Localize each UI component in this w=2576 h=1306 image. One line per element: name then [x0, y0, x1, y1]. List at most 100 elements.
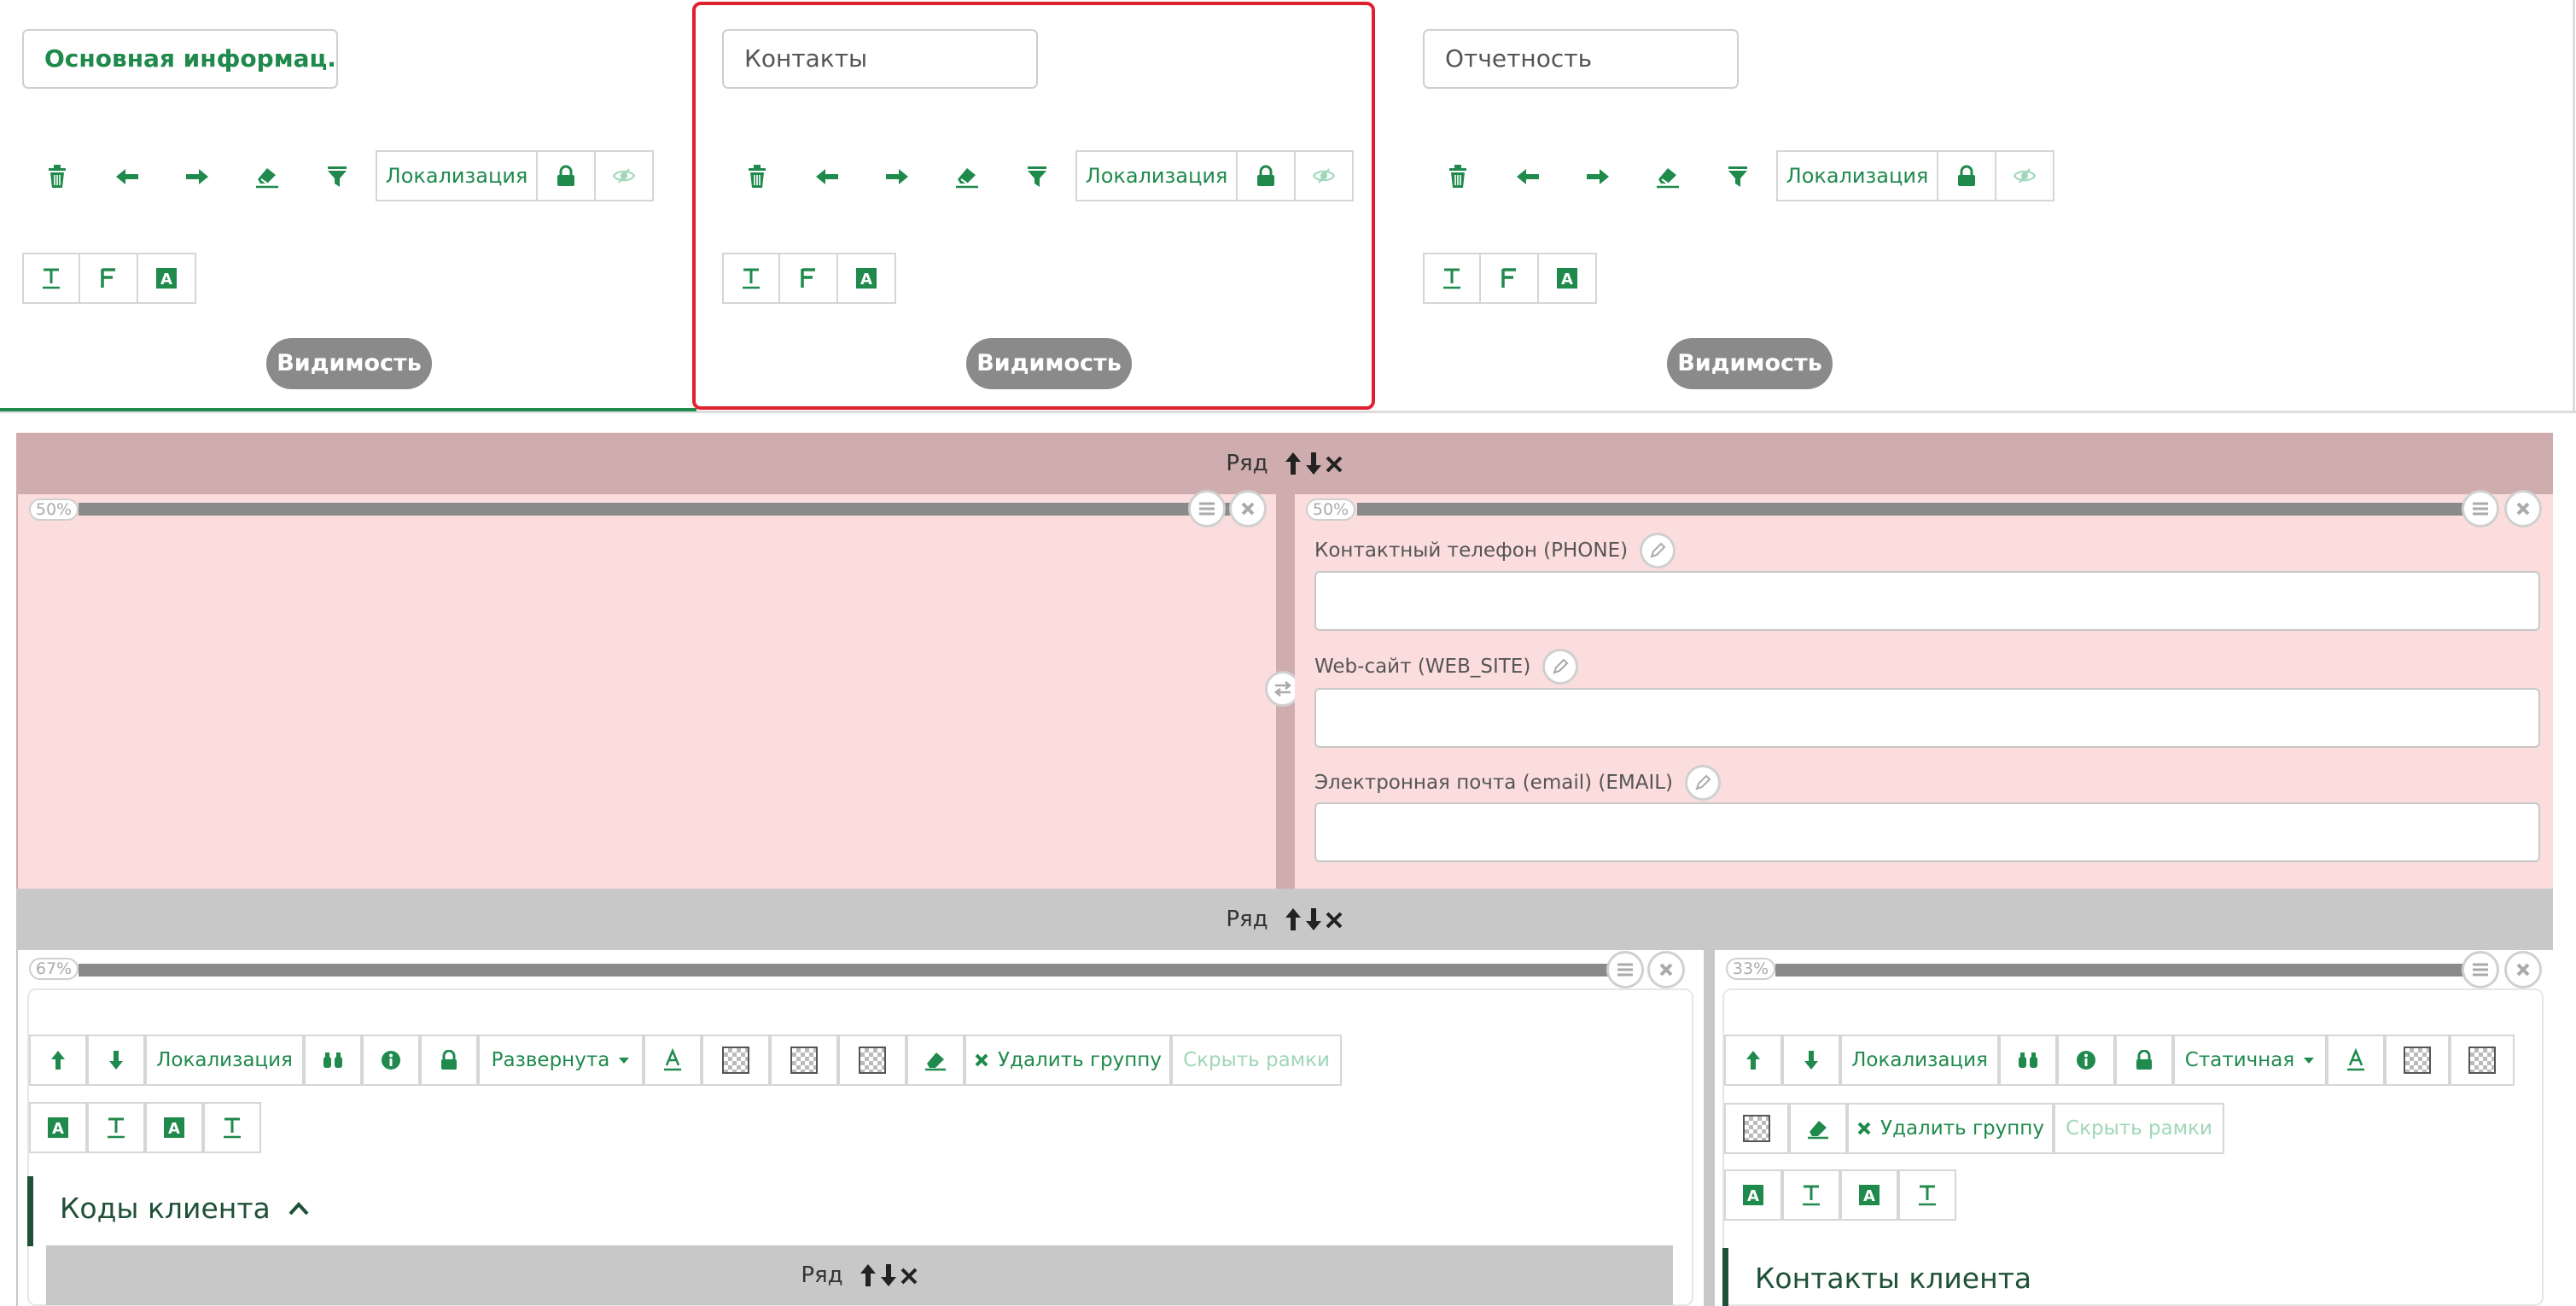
column-close-icon[interactable]	[1229, 490, 1267, 528]
font-fill-icon[interactable]: A	[838, 253, 896, 304]
transparency-icon[interactable]	[1724, 1103, 1789, 1154]
lock-icon[interactable]	[538, 150, 596, 201]
localization-button[interactable]: Локализация	[1840, 1035, 1999, 1086]
arrow-right-icon[interactable]	[1563, 150, 1633, 203]
delete-row-icon[interactable]	[900, 1262, 918, 1288]
visibility-button[interactable]: Видимость	[266, 338, 432, 389]
visibility-icon[interactable]	[596, 150, 654, 201]
localization-button[interactable]: Локализация	[1776, 150, 1938, 201]
lock-icon[interactable]	[1238, 150, 1296, 201]
visibility-icon[interactable]	[1296, 150, 1354, 201]
arrow-right-icon[interactable]	[162, 150, 232, 203]
font-fill-icon[interactable]: A	[1840, 1169, 1898, 1221]
info-icon[interactable]	[2057, 1035, 2115, 1086]
trash-icon[interactable]	[722, 150, 792, 203]
transparency-icon[interactable]	[838, 1035, 906, 1086]
group-title[interactable]: Коды клиента	[60, 1192, 310, 1225]
text-style-icon[interactable]	[644, 1035, 702, 1086]
font-fill-icon[interactable]: A	[1724, 1169, 1782, 1221]
font-family-icon[interactable]	[1481, 253, 1539, 304]
transparency-icon[interactable]	[770, 1035, 838, 1086]
move-down-icon[interactable]	[1304, 907, 1323, 932]
eraser-icon[interactable]	[232, 150, 302, 203]
move-up-icon[interactable]	[1284, 451, 1303, 476]
move-up-button[interactable]	[1724, 1035, 1782, 1086]
binoculars-icon[interactable]	[1999, 1035, 2057, 1086]
phone-input[interactable]	[1314, 571, 2540, 631]
move-down-icon[interactable]	[879, 1262, 898, 1288]
delete-row-icon[interactable]	[1325, 907, 1343, 932]
arrow-right-icon[interactable]	[862, 150, 932, 203]
text-underline-icon[interactable]	[722, 253, 780, 304]
move-down-button[interactable]	[1782, 1035, 1840, 1086]
lock-icon[interactable]	[2115, 1035, 2173, 1086]
transparency-icon[interactable]	[2385, 1035, 2450, 1086]
move-up-icon[interactable]	[1284, 907, 1303, 932]
group-title[interactable]: Контакты клиента	[1755, 1262, 2031, 1295]
lock-icon[interactable]	[1938, 150, 1996, 201]
tab-name-field[interactable]: Контакты	[722, 29, 1038, 89]
eraser-icon[interactable]	[1633, 150, 1703, 203]
column-resize-bar[interactable]	[79, 503, 1231, 516]
column-settings-icon[interactable]	[2462, 951, 2499, 988]
move-down-icon[interactable]	[1304, 451, 1323, 476]
edit-field-icon[interactable]	[1542, 649, 1579, 685]
text-underline-icon[interactable]	[1423, 253, 1481, 304]
filter-icon[interactable]	[1002, 150, 1072, 203]
move-down-button[interactable]	[87, 1035, 145, 1086]
state-dropdown[interactable]: Статичная	[2173, 1035, 2327, 1086]
arrow-left-icon[interactable]	[792, 150, 862, 203]
eraser-icon[interactable]	[906, 1035, 965, 1086]
transparency-icon[interactable]	[702, 1035, 770, 1086]
text-underline-icon[interactable]	[1898, 1169, 1956, 1221]
text-underline-icon[interactable]	[22, 253, 80, 304]
eraser-icon[interactable]	[1789, 1103, 1847, 1154]
eraser-icon[interactable]	[932, 150, 1002, 203]
column-close-icon[interactable]	[1647, 951, 1685, 988]
localization-button[interactable]: Локализация	[145, 1035, 304, 1086]
transparency-icon[interactable]	[2450, 1035, 2515, 1086]
chevron-up-icon[interactable]	[288, 1201, 310, 1216]
visibility-icon[interactable]	[1996, 150, 2054, 201]
localization-button[interactable]: Локализация	[1075, 150, 1238, 201]
lock-icon[interactable]	[420, 1035, 478, 1086]
edit-field-icon[interactable]	[1685, 765, 1722, 801]
column-resize-bar[interactable]	[1357, 503, 2484, 516]
state-dropdown[interactable]: Развернута	[478, 1035, 644, 1086]
trash-icon[interactable]	[22, 150, 92, 203]
text-style-icon[interactable]	[2327, 1035, 2385, 1086]
tab-name-field[interactable]: Основная информац...	[22, 29, 338, 89]
delete-group-button[interactable]: Удалить группу	[965, 1035, 1171, 1086]
email-input[interactable]	[1314, 802, 2540, 862]
font-fill-icon[interactable]: A	[138, 253, 196, 304]
column-resize-bar[interactable]	[79, 964, 1615, 977]
arrow-left-icon[interactable]	[92, 150, 162, 203]
localization-button[interactable]: Локализация	[376, 150, 538, 201]
hide-frames-button[interactable]: Скрыть рамки	[1171, 1035, 1342, 1086]
text-underline-icon[interactable]	[1782, 1169, 1840, 1221]
font-family-icon[interactable]	[80, 253, 138, 304]
visibility-button[interactable]: Видимость	[1667, 338, 1833, 389]
column-settings-icon[interactable]	[1606, 951, 1644, 988]
column-close-icon[interactable]	[2504, 951, 2542, 988]
filter-icon[interactable]	[302, 150, 372, 203]
tab-name-field[interactable]: Отчетность	[1423, 29, 1739, 89]
column-settings-icon[interactable]	[2462, 490, 2499, 528]
column-settings-icon[interactable]	[1188, 490, 1226, 528]
delete-group-button[interactable]: Удалить группу	[1847, 1103, 2054, 1154]
column-resize-bar[interactable]	[1775, 964, 2475, 977]
font-fill-icon[interactable]: A	[1539, 253, 1597, 304]
edit-field-icon[interactable]	[1640, 533, 1676, 568]
trash-icon[interactable]	[1423, 150, 1493, 203]
font-fill-icon[interactable]: A	[145, 1102, 203, 1153]
move-up-button[interactable]	[29, 1035, 87, 1086]
delete-row-icon[interactable]	[1325, 451, 1343, 476]
font-fill-icon[interactable]: A	[29, 1102, 87, 1153]
arrow-left-icon[interactable]	[1493, 150, 1563, 203]
binoculars-icon[interactable]	[304, 1035, 362, 1086]
text-underline-icon[interactable]	[203, 1102, 261, 1153]
website-input[interactable]	[1314, 688, 2540, 748]
visibility-button[interactable]: Видимость	[966, 338, 1132, 389]
hide-frames-button[interactable]: Скрыть рамки	[2054, 1103, 2224, 1154]
column-close-icon[interactable]	[2504, 490, 2542, 528]
